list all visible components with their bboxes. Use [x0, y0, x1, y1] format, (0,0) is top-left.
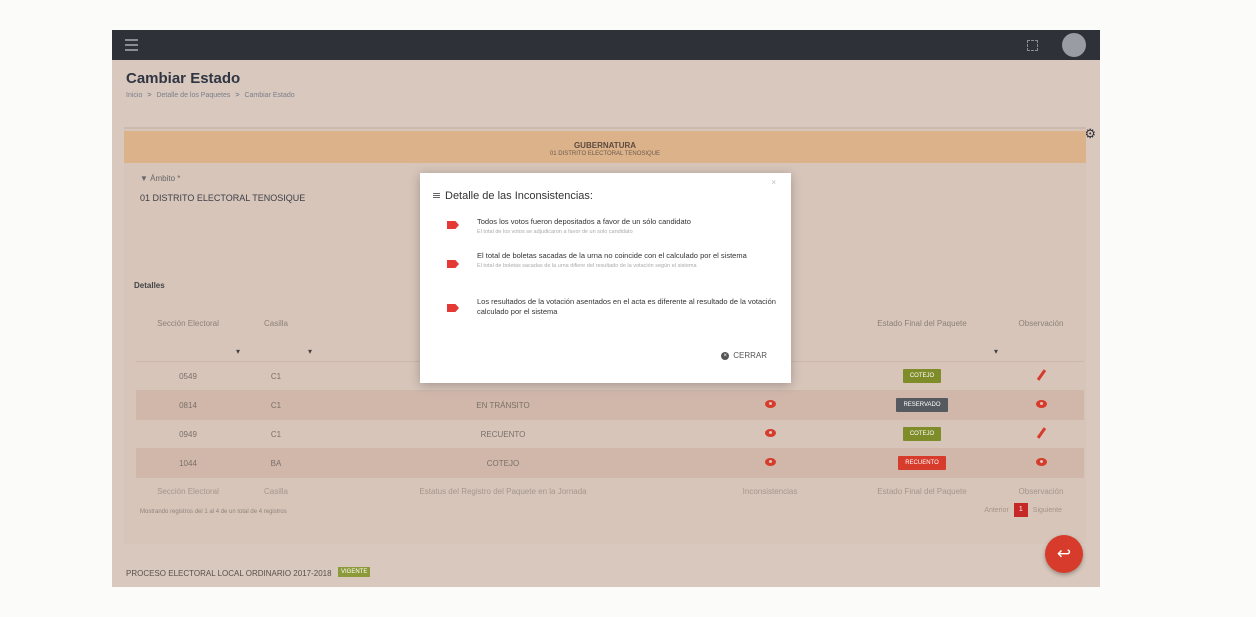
list-icon — [433, 193, 440, 199]
tag-icon — [447, 221, 459, 229]
header-casilla[interactable]: Casilla — [240, 319, 312, 328]
cell-casilla: C1 — [270, 429, 282, 439]
close-circle-icon: × — [721, 351, 730, 360]
eye-icon[interactable] — [764, 458, 776, 466]
eye-icon[interactable] — [764, 429, 776, 437]
inconsistency-item: Todos los votos fueron depositados a fav… — [447, 217, 777, 235]
page-title: Cambiar Estado — [126, 70, 241, 87]
footer-estatus: Estatus del Registro del Paquete en la J… — [419, 486, 587, 496]
cell-observacion — [998, 458, 1084, 468]
chevron-right-icon: > — [235, 92, 240, 99]
header-observacion: Observación — [1018, 318, 1064, 328]
cell-seccion: 0949 — [179, 429, 197, 439]
cell-seccion: 0814 — [179, 400, 197, 410]
cell-seccion: 0549 — [179, 371, 197, 381]
footer-inconsistencias: Inconsistencias — [742, 486, 798, 496]
modal-title-text: Detalle de las Inconsistencias: — [445, 190, 593, 202]
pager-page-1[interactable]: 1 — [1013, 503, 1028, 517]
filter-label-text: Ámbito * — [150, 174, 181, 183]
breadcrumb-detalle[interactable]: Detalle de los Paquetes — [156, 92, 230, 99]
filter-estado-final[interactable]: ▾ — [846, 347, 998, 356]
filter-icon: ▼ — [140, 174, 148, 183]
inconsistency-text: Todos los votos fueron depositados a fav… — [477, 217, 691, 226]
status-badge: COTEJO — [902, 427, 942, 441]
pencil-icon[interactable] — [1036, 369, 1046, 381]
inconsistency-text: El total de boletas sacadas de la urna n… — [477, 251, 747, 260]
pencil-icon[interactable] — [1036, 427, 1046, 439]
close-button-label: CERRAR — [733, 351, 767, 360]
inconsistency-item: El total de boletas sacadas de la urna n… — [447, 251, 777, 269]
tag-icon — [447, 304, 459, 312]
filter-casilla[interactable]: ▾ — [240, 347, 312, 356]
process-name: PROCESO ELECTORAL LOCAL ORDINARIO 2017-2… — [126, 569, 332, 578]
cell-estado-final: COTEJO — [846, 427, 998, 441]
table-footer-header: Sección Electoral Casilla Estatus del Re… — [136, 477, 1084, 504]
breadcrumb-current: Cambiar Estado — [244, 92, 295, 99]
pagination: Anterior 1 Siguiente — [984, 503, 1062, 517]
election-district: 01 DISTRITO ELECTORAL TENOSIQUE — [549, 151, 661, 157]
status-badge: COTEJO — [902, 369, 942, 383]
avatar[interactable] — [1062, 33, 1086, 57]
details-title: Detalles — [134, 281, 165, 290]
table-row: 0949 C1 RECUENTO COTEJO — [136, 419, 1084, 448]
table-row: 1044 BA COTEJO RECUENTO — [136, 448, 1084, 477]
footer-casilla: Casilla — [263, 486, 288, 496]
records-info: Mostrando registros del 1 al 4 de un tot… — [140, 509, 287, 515]
eye-icon[interactable] — [1035, 458, 1047, 466]
header-seccion[interactable]: Sección Electoral — [136, 319, 240, 328]
top-bar — [112, 30, 1100, 60]
breadcrumb-inicio[interactable]: Inicio — [126, 92, 142, 99]
election-office: GUBERNATURA — [573, 141, 637, 150]
inconsistency-detail: El total de los votos se adjudicaron a f… — [477, 229, 633, 235]
inconsistencies-modal: × Detalle de las Inconsistencias: Todos … — [420, 173, 791, 383]
election-banner: GUBERNATURA 01 DISTRITO ELECTORAL TENOSI… — [124, 131, 1086, 163]
header-estado-final[interactable]: Estado Final del Paquete — [846, 319, 998, 328]
status-badge: RESERVADO — [896, 398, 948, 412]
pager-prev[interactable]: Anterior — [984, 507, 1009, 514]
filter-select[interactable]: 01 DISTRITO ELECTORAL TENOSIQUE — [140, 193, 305, 203]
cell-estado-final: COTEJO — [846, 369, 998, 383]
fullscreen-icon[interactable] — [1027, 40, 1038, 51]
eye-icon[interactable] — [764, 400, 776, 408]
cell-observacion — [998, 400, 1084, 410]
inconsistency-item: Los resultados de la votación asentados … — [447, 297, 777, 317]
cell-casilla: C1 — [270, 400, 282, 410]
cell-seccion: 1044 — [179, 458, 197, 468]
menu-icon[interactable] — [125, 39, 138, 54]
footer-observacion: Observación — [1018, 486, 1064, 496]
process-state-badge: VIGENTE — [338, 567, 371, 577]
cell-inconsistencias — [694, 429, 846, 439]
modal-title: Detalle de las Inconsistencias: — [433, 190, 593, 202]
cell-inconsistencias — [694, 400, 846, 410]
cell-estado-final: RESERVADO — [846, 398, 998, 412]
pager-next[interactable]: Siguiente — [1033, 507, 1062, 514]
breadcrumb: Inicio > Detalle de los Paquetes > Cambi… — [126, 92, 295, 99]
back-button[interactable]: ↩ — [1045, 535, 1083, 573]
status-badge: RECUENTO — [898, 456, 946, 470]
footer-estado-final: Estado Final del Paquete — [877, 486, 967, 496]
bottom-bar: PROCESO ELECTORAL LOCAL ORDINARIO 2017-2… — [112, 552, 1100, 587]
cell-casilla: C1 — [270, 371, 282, 381]
eye-icon[interactable] — [1035, 400, 1047, 408]
footer-seccion: Sección Electoral — [157, 486, 219, 496]
filter-label: ▼ Ámbito * — [140, 174, 180, 183]
cell-casilla: BA — [270, 458, 282, 468]
gear-icon[interactable]: ⚙ — [1084, 126, 1096, 142]
cell-estado-final: RECUENTO — [846, 456, 998, 470]
inconsistency-text: Los resultados de la votación asentados … — [477, 297, 776, 316]
close-button[interactable]: × CERRAR — [715, 347, 773, 364]
cell-estatus: COTEJO — [486, 458, 520, 468]
cell-estatus: EN TRÁNSITO — [476, 400, 530, 410]
cell-observacion — [998, 369, 1084, 383]
close-icon[interactable]: × — [771, 178, 776, 187]
table-row: 0814 C1 EN TRÁNSITO RESERVADO — [136, 390, 1084, 419]
cell-inconsistencias — [694, 458, 846, 468]
inconsistency-detail: El total de boletas sacadas de la urna d… — [477, 263, 697, 269]
cell-observacion — [998, 427, 1084, 441]
tag-icon — [447, 260, 459, 268]
reply-icon: ↩ — [1056, 544, 1072, 563]
cell-estatus: RECUENTO — [480, 429, 526, 439]
chevron-right-icon: > — [147, 92, 152, 99]
filter-seccion[interactable]: ▾ — [136, 347, 240, 356]
